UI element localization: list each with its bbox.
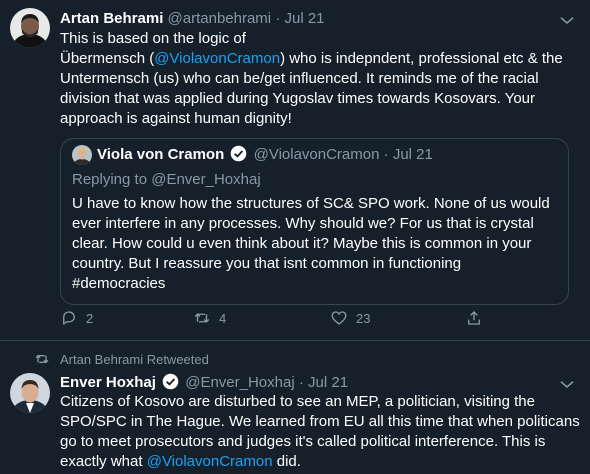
avatar-enver-hoxhaj[interactable] bbox=[10, 373, 50, 413]
reply-icon bbox=[63, 311, 75, 325]
retweeted-by-label[interactable]: Artan Behrami Retweeted bbox=[60, 352, 209, 367]
verified-badge-icon bbox=[162, 373, 179, 390]
tweet-line: division that was applied during Yugosla… bbox=[60, 90, 535, 107]
tweet-line: go to meet prosecutors and judges it's c… bbox=[60, 433, 546, 450]
quoted-tweet-date: Jul 21 bbox=[392, 146, 433, 163]
like-button[interactable]: 23 bbox=[330, 309, 370, 327]
more-icon[interactable] bbox=[558, 375, 576, 393]
heart-icon bbox=[331, 311, 347, 325]
tweet-text: This is based on the logic of Übermensch… bbox=[60, 29, 563, 129]
reply-count: 2 bbox=[86, 310, 94, 326]
tweet-line: ever interfere in any processes. Why sho… bbox=[72, 215, 534, 232]
like-count: 23 bbox=[356, 310, 371, 326]
tweet-line: country. But I reassure you that isnt co… bbox=[72, 255, 462, 272]
tweet-header: Enver Hoxhaj @Enver_Hoxhaj · Jul 21 bbox=[60, 373, 348, 393]
tweet-line: Übermensch (@ViolavonCramon) who is inde… bbox=[60, 50, 563, 67]
separator-dot: · bbox=[298, 374, 304, 391]
avatar-viola-von-cramon bbox=[72, 145, 92, 165]
retweet-button[interactable]: 4 bbox=[193, 309, 226, 327]
more-icon[interactable] bbox=[558, 11, 576, 29]
tweet-line: This is based on the logic of bbox=[60, 30, 246, 47]
author-name[interactable]: Artan Behrami bbox=[60, 10, 163, 27]
mention-link[interactable]: @ViolavonCramon bbox=[154, 50, 280, 67]
quoted-tweet-text: U have to know how the structures of SC&… bbox=[72, 194, 550, 294]
tweet-line: approach is against human dignity! bbox=[60, 110, 292, 127]
tweet-line: clear. How could u even think about it? … bbox=[72, 235, 532, 252]
reply-button[interactable]: 2 bbox=[60, 309, 93, 327]
share-button[interactable] bbox=[465, 309, 483, 327]
quoted-tweet-header: Viola von Cramon @ViolavonCramon · Jul 2… bbox=[97, 145, 433, 165]
tweet-date[interactable]: Jul 21 bbox=[284, 10, 324, 27]
retweet-count: 4 bbox=[219, 310, 227, 326]
tweet-line: #democracies bbox=[72, 275, 166, 292]
quoted-author-handle: @ViolavonCramon bbox=[253, 146, 380, 163]
tweet-header: Artan Behrami @artanbehrami · Jul 21 bbox=[60, 9, 325, 29]
tweet-date[interactable]: Jul 21 bbox=[308, 374, 348, 391]
quoted-author-name: Viola von Cramon bbox=[97, 146, 225, 163]
share-icon bbox=[468, 311, 480, 325]
tweet-line: exactly what @ViolavonCramon did. bbox=[60, 453, 301, 470]
avatar-artan-behrami[interactable] bbox=[10, 8, 50, 48]
verified-badge-icon bbox=[231, 145, 247, 162]
mention-link[interactable]: @ViolavonCramon bbox=[147, 453, 273, 470]
author-name[interactable]: Enver Hoxhaj bbox=[60, 374, 156, 391]
author-handle[interactable]: @Enver_Hoxhaj bbox=[185, 374, 294, 391]
retweet-icon bbox=[35, 354, 49, 364]
replying-to: Replying to @Enver_Hoxhaj bbox=[72, 171, 261, 188]
retweeted-by: Artan Behrami Retweeted bbox=[34, 351, 209, 367]
separator-dot: · bbox=[383, 146, 389, 163]
author-handle[interactable]: @artanbehrami bbox=[168, 10, 272, 27]
separator-dot: · bbox=[275, 10, 281, 27]
tweet-line: U have to know how the structures of SC&… bbox=[72, 195, 550, 212]
tweet-line: Citizens of Kosovo are disturbed to see … bbox=[60, 393, 535, 410]
tweet-line: Untermensch (us) who can be/get influenc… bbox=[60, 70, 539, 87]
tweet-line: SPO/SPC in The Hague. We learned from EU… bbox=[60, 413, 580, 430]
retweet-icon bbox=[194, 313, 210, 323]
tweet-divider bbox=[0, 340, 590, 341]
tweet-text: Citizens of Kosovo are disturbed to see … bbox=[60, 392, 580, 472]
